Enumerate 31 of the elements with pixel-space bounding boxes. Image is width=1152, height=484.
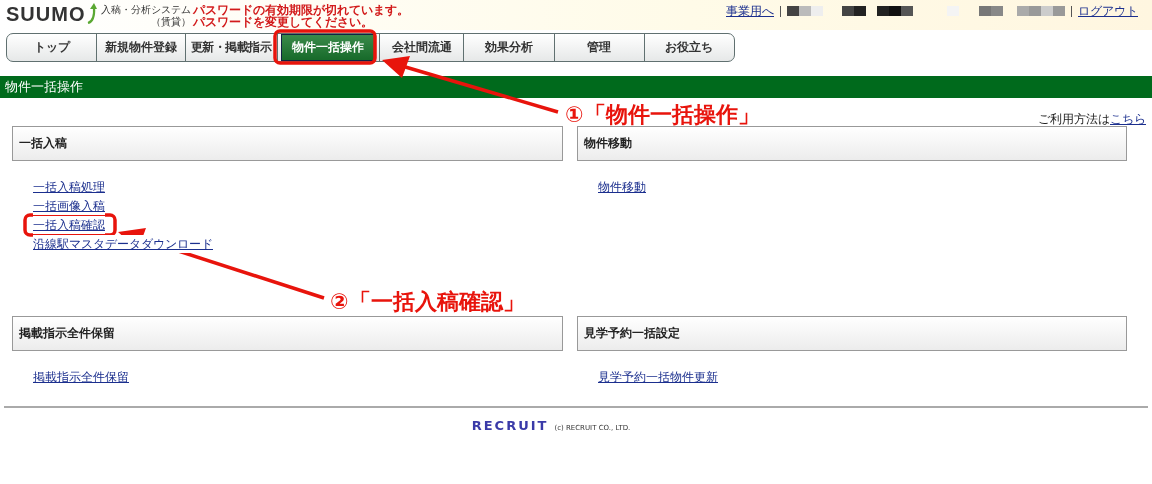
callout-text: ①「物件一括操作」 xyxy=(565,101,760,129)
help-link[interactable]: こちら xyxy=(1110,112,1146,126)
system-name: 入稿・分析システム xyxy=(101,4,192,16)
recruit-logo: RECRUIT xyxy=(471,418,549,433)
logout-link[interactable]: ログアウト xyxy=(1078,2,1138,20)
header-link[interactable]: 事業用へ xyxy=(726,2,774,20)
suumo-logo: SUUMO xyxy=(6,3,86,25)
nav-tab[interactable]: 更新・掲載指示 xyxy=(185,34,278,61)
panel-link[interactable]: 一括入稿確認 xyxy=(33,216,105,234)
nav-tab[interactable]: 効果分析 xyxy=(464,34,555,61)
panel-link[interactable]: 掲載指示全件保留 xyxy=(33,368,129,386)
alert-message: パスワードを変更してください。 xyxy=(193,16,374,28)
page-title: 物件一括操作 xyxy=(5,78,83,96)
nav-tab[interactable]: トップ xyxy=(7,34,98,61)
nav-tab[interactable]: 新規物件登録 xyxy=(97,34,186,61)
panel-link[interactable]: 見学予約一括物件更新 xyxy=(598,368,718,386)
nav-tab[interactable]: 物件一括操作 xyxy=(280,34,375,61)
panel-title: 見学予約一括設定 xyxy=(584,325,680,342)
panel-link[interactable]: 物件移動 xyxy=(598,178,646,196)
callout-text: ②「一括入稿確認」 xyxy=(330,288,525,316)
panel-link[interactable]: 沿線駅マスタデータダウンロード xyxy=(33,235,213,253)
panel-link[interactable]: 一括入稿処理 xyxy=(33,178,105,196)
panel-title: 物件移動 xyxy=(584,135,632,152)
panel-title: 掲載指示全件保留 xyxy=(19,325,115,342)
nav-tab[interactable]: お役立ち xyxy=(644,34,734,61)
alert-message: パスワードの有効期限が切れています。 xyxy=(193,4,410,16)
help-text: ご利用方法は xyxy=(1038,112,1110,126)
panel-title: 一括入稿 xyxy=(19,135,67,152)
nav-tab[interactable]: 管理 xyxy=(554,34,645,61)
system-subtitle: （賃貸） xyxy=(151,16,192,28)
panel-link[interactable]: 一括画像入稿 xyxy=(33,197,105,215)
